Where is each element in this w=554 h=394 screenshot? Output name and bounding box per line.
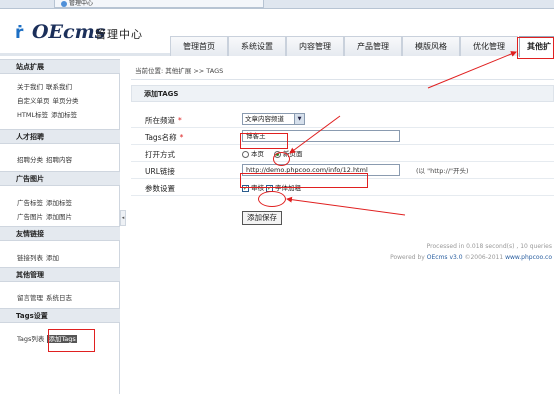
footer-site-link[interactable]: www.phpcoo.co — [505, 254, 552, 261]
breadcrumb: 当前位置: 其他扩展 >> TAGS — [135, 67, 224, 75]
browser-tab-active[interactable]: 管理中心 — [54, 0, 264, 8]
section-title: 添加TAGS — [131, 85, 554, 102]
sidebar-link-ad-tags[interactable]: 广告标签 — [17, 199, 43, 207]
browser-tab[interactable] — [0, 0, 50, 8]
sidebar-link-ad-images[interactable]: 广告图片 — [17, 213, 43, 221]
sidebar-row: 招聘分类 招聘内容 — [17, 156, 75, 165]
browser-tab-strip: 管理中心 — [0, 0, 554, 9]
sidebar-link-add-link[interactable]: 添加 — [46, 254, 59, 262]
ie-icon — [61, 0, 67, 7]
sidebar-link-html-tags[interactable]: HTML标签 — [17, 111, 48, 119]
main-content: 当前位置: 其他扩展 >> TAGS 添加TAGS 所在频道 * 文章内容频道 ▼… — [127, 59, 554, 394]
url-label: URL链接 — [145, 167, 175, 176]
sidebar-link-tags-list[interactable]: Tags列表 — [17, 335, 44, 343]
form-row-tags-name: Tags名称 * 博客王 — [131, 128, 554, 145]
nav-tab-content[interactable]: 内容管理 — [286, 36, 344, 56]
channel-select[interactable]: 文章内容频道 ▼ — [242, 113, 305, 125]
annotation-box — [240, 133, 288, 149]
footer-brand-link[interactable]: OEcms v3.0 — [427, 254, 463, 261]
sidebar-link-add-tag[interactable]: 添加标签 — [51, 111, 77, 119]
app-header: ṙ OEcms 管理中心 管理首页 系统设置 内容管理 产品管理 模版风格 优化… — [0, 9, 554, 57]
sidebar-row: 关于我们 联系我们 — [17, 83, 75, 92]
footer-prefix: Powered by — [390, 254, 427, 261]
sidebar-link-contact[interactable]: 联系我们 — [46, 83, 72, 91]
sidebar-link-custom-page[interactable]: 自定义单页 — [17, 97, 50, 105]
open-mode-label: 打开方式 — [145, 150, 175, 159]
sidebar-row: 广告标签 添加标签 — [17, 199, 75, 208]
sidebar-link-about[interactable]: 关于我们 — [17, 83, 43, 91]
annotation-box — [48, 329, 95, 352]
channel-select-value: 文章内容频道 — [245, 115, 284, 123]
nav-tab-seo[interactable]: 优化管理 — [460, 36, 518, 56]
form-row-channel: 所在频道 * 文章内容频道 ▼ — [131, 111, 554, 128]
sidebar-section-site-ext[interactable]: 站点扩展 — [0, 59, 120, 74]
open-mode-self[interactable]: 本页 — [242, 148, 264, 158]
sidebar-link-link-list[interactable]: 链接列表 — [17, 254, 43, 262]
sidebar-section-ads[interactable]: 广告图片 — [0, 171, 120, 186]
form-row-open-mode: 打开方式 本页 新页面 — [131, 145, 554, 162]
url-hint: (以 "http://"开头) — [416, 167, 469, 175]
logo-subtitle: 管理中心 — [95, 28, 143, 41]
sidebar-section-other[interactable]: 其他管理 — [0, 267, 120, 282]
footer-powered: Powered by OEcms v3.0 ©2006-2011 www.php… — [277, 254, 552, 261]
footer-copyright: ©2006-2011 — [462, 254, 506, 261]
required-mark: * — [179, 133, 184, 142]
sidebar-row: 链接列表 添加 — [17, 254, 62, 263]
sidebar-link-system-log[interactable]: 系统日志 — [46, 294, 72, 302]
required-mark: * — [178, 116, 182, 125]
sidebar-row: HTML标签 添加标签 — [17, 111, 80, 120]
nav-tab-system-settings[interactable]: 系统设置 — [228, 36, 286, 56]
sidebar-link-page-category[interactable]: 单页分类 — [53, 97, 79, 105]
browser-tab-title: 管理中心 — [69, 0, 94, 7]
open-mode-self-label: 本页 — [251, 150, 264, 158]
logo-icon: ṙ — [15, 23, 24, 43]
params-label: 参数设置 — [145, 184, 175, 193]
sidebar-section-tags[interactable]: Tags设置 — [0, 308, 120, 323]
annotation-circle — [273, 152, 290, 166]
sidebar-section-links[interactable]: 友情链接 — [0, 226, 120, 241]
sidebar-row: 广告图片 添加图片 — [17, 213, 75, 222]
footer-stats: Processed in 0.018 second(s) , 10 querie… — [426, 243, 552, 250]
nav-tab-products[interactable]: 产品管理 — [344, 36, 402, 56]
sidebar-link-job-content[interactable]: 招聘内容 — [46, 156, 72, 164]
sidebar-collapse-toggle[interactable]: ◂ — [120, 210, 126, 226]
annotation-box — [517, 37, 554, 59]
sidebar-row: 留言管理 系统日志 — [17, 294, 75, 303]
nav-tab-templates[interactable]: 模版风格 — [402, 36, 460, 56]
divider — [131, 79, 554, 80]
sidebar-section-recruit[interactable]: 人才招聘 — [0, 129, 120, 144]
sidebar-link-add-image[interactable]: 添加图片 — [46, 213, 72, 221]
annotation-box — [240, 173, 368, 188]
radio-icon — [242, 150, 249, 158]
sidebar-link-job-category[interactable]: 招聘分类 — [17, 156, 43, 164]
tags-name-label: Tags名称 * — [145, 133, 184, 142]
nav-tab-home[interactable]: 管理首页 — [170, 36, 228, 56]
sidebar-link-add-ad-tag[interactable]: 添加标签 — [46, 199, 72, 207]
sidebar-row: 自定义单页 单页分类 — [17, 97, 82, 106]
channel-label: 所在频道 * — [145, 116, 182, 125]
annotation-circle — [258, 191, 286, 207]
sidebar-link-messages[interactable]: 留言管理 — [17, 294, 43, 302]
save-button[interactable]: 添加保存 — [242, 211, 282, 225]
chevron-down-icon: ▼ — [294, 114, 304, 124]
